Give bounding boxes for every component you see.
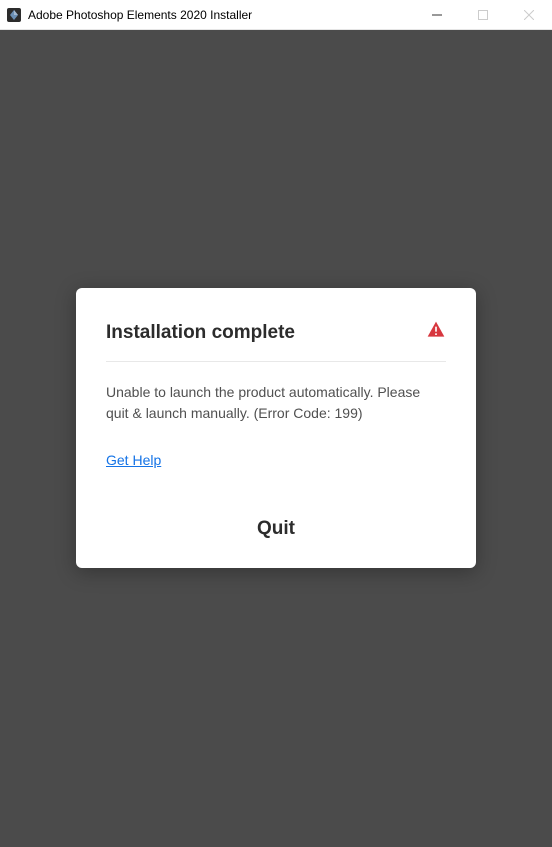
dialog-header: Installation complete [106, 320, 446, 362]
installation-dialog: Installation complete Unable to launch t… [76, 288, 476, 568]
window-controls [414, 0, 552, 29]
minimize-button[interactable] [414, 0, 460, 29]
get-help-link[interactable]: Get Help [106, 452, 161, 468]
quit-button[interactable]: Quit [106, 510, 446, 544]
app-icon [6, 7, 22, 23]
app-body: Installation complete Unable to launch t… [0, 30, 552, 847]
warning-icon [426, 320, 446, 345]
window-title: Adobe Photoshop Elements 2020 Installer [28, 8, 414, 22]
close-button [506, 0, 552, 29]
dialog-message: Unable to launch the product automatical… [106, 382, 446, 424]
dialog-title: Installation complete [106, 322, 295, 344]
maximize-button [460, 0, 506, 29]
window-titlebar: Adobe Photoshop Elements 2020 Installer [0, 0, 552, 30]
